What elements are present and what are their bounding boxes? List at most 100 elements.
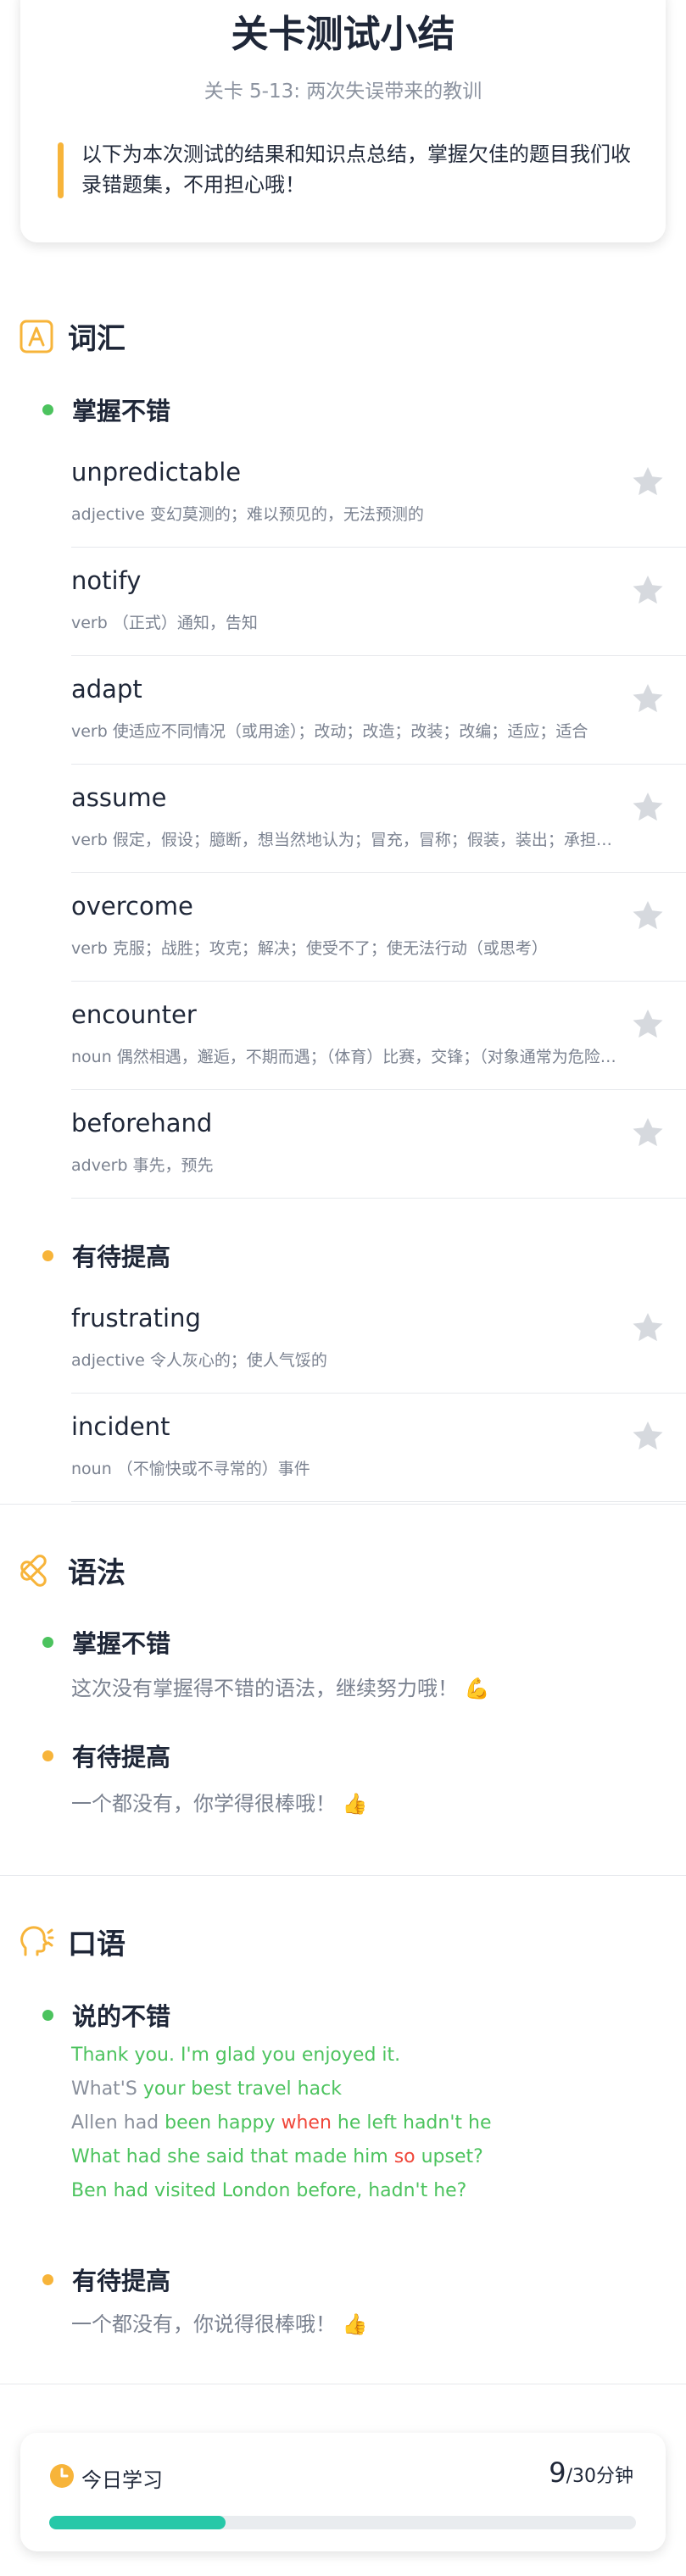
- vocab-word: notify: [71, 566, 142, 595]
- speaking-sentence[interactable]: What'S your best travel hack: [71, 2078, 342, 2100]
- green-dot: [42, 2009, 53, 2021]
- star-icon[interactable]: [631, 899, 665, 932]
- star-icon[interactable]: [631, 465, 665, 498]
- speaking-improve-label: 有待提高: [72, 2267, 171, 2295]
- speaking-sentence[interactable]: Thank you. I'm glad you enjoyed it.: [71, 2045, 400, 2066]
- speaking-section-header: 口语: [19, 1921, 125, 1962]
- section-divider: [0, 1504, 686, 1505]
- thumbs-up-icon: 👍: [342, 1792, 368, 1816]
- vocab-word-row[interactable]: notify verb （正式）通知，告知: [71, 548, 686, 656]
- speaking-improve-header: 有待提高: [42, 2262, 170, 2297]
- speaking-improve-text: 一个都没有，你说得很棒哦！ 👍: [71, 2307, 368, 2337]
- row-divider: [71, 1198, 686, 1199]
- vocab-improve-label: 有待提高: [72, 1243, 171, 1271]
- sentence-segment: so: [393, 2146, 416, 2167]
- vocab-word: encounter: [71, 1000, 197, 1029]
- page-title: 关卡测试小结: [231, 13, 455, 56]
- sentence-segment: your best travel hack: [142, 2078, 342, 2100]
- clock-icon: [50, 2464, 74, 2488]
- orange-dot: [42, 2273, 53, 2285]
- vocab-word-row[interactable]: assume verb 假定，假设；臆断，想当然地认为；冒充，冒称；假装，装出；承…: [71, 765, 686, 873]
- green-dot: [42, 403, 53, 415]
- vocab-definition: verb 克服；战胜；攻克；解决；使受不了；使无法行动（或思考）: [71, 939, 548, 958]
- study-progress-fill: [49, 2516, 226, 2529]
- vocab-word-row[interactable]: incident noun （不愉快或不寻常的）事件: [71, 1394, 686, 1502]
- grammar-mastered-label: 掌握不错: [72, 1629, 171, 1658]
- study-minutes-current: 9: [549, 2456, 566, 2489]
- star-icon[interactable]: [631, 1007, 665, 1041]
- vocabulary-a-icon: [20, 320, 53, 353]
- speaking-improve-message: 一个都没有，你说得很棒哦！: [71, 2312, 336, 2336]
- grammar-mastered-header: 掌握不错: [42, 1624, 170, 1660]
- level-subtitle: 关卡 5-13: 两次失误带来的教训: [204, 81, 482, 103]
- grammar-improve-message: 一个都没有，你学得很棒哦！: [71, 1792, 336, 1816]
- grammar-section-header: 语法: [19, 1549, 125, 1591]
- grammar-title: 语法: [68, 1556, 125, 1590]
- speaking-sentence[interactable]: Allen had been happy when he left hadn't…: [71, 2112, 491, 2134]
- vocab-definition: verb 使适应不同情况（或用途）；改动；改造；改装；改编；适应；适合: [71, 722, 588, 741]
- summary-note: 以下为本次测试的结果和知识点总结，掌握欠佳的题目我们收录错题集，不用担心哦！: [81, 142, 631, 197]
- speaking-sentence[interactable]: What had she said that made him so upset…: [71, 2146, 483, 2167]
- star-icon[interactable]: [631, 1419, 665, 1453]
- vocab-word-row[interactable]: encounter noun 偶然相遇，邂逅，不期而遇；（体育）比赛，交锋；（对象…: [71, 982, 686, 1090]
- vocab-definition: verb 假定，假设；臆断，想当然地认为；冒充，冒称；假装，装出；承担，担任: [71, 831, 622, 849]
- study-progress-bar: [49, 2516, 636, 2529]
- star-icon[interactable]: [631, 790, 665, 824]
- vocab-definition: noun 偶然相遇，邂逅，不期而遇；（体育）比赛，交锋；（对象通常为危险或困难）…: [71, 1048, 622, 1066]
- vocab-word-row[interactable]: adapt verb 使适应不同情况（或用途）；改动；改造；改装；改编；适应；适合: [71, 656, 686, 765]
- vocab-definition: verb （正式）通知，告知: [71, 614, 258, 632]
- vocab-definition: noun （不愉快或不寻常的）事件: [71, 1460, 310, 1478]
- vocab-improve-header: 有待提高: [42, 1238, 170, 1273]
- summary-card: 关卡测试小结 关卡 5-13: 两次失误带来的教训 以下为本次测试的结果和知识点…: [20, 0, 666, 242]
- sentence-segment: Allen had: [71, 2112, 165, 2134]
- sentence-segment: he left hadn't he: [331, 2112, 492, 2134]
- section-divider: [0, 1875, 686, 1876]
- sentence-segment: What had she said that made him: [71, 2146, 394, 2167]
- row-divider: [71, 1501, 686, 1502]
- sentence-segment: upset?: [415, 2146, 483, 2167]
- star-icon[interactable]: [631, 1310, 665, 1344]
- study-minutes: 9/30分钟: [549, 2456, 633, 2489]
- today-study-card[interactable]: 今日学习 9/30分钟: [20, 2433, 666, 2551]
- speaking-good-label: 说的不错: [72, 2002, 171, 2031]
- vocab-word-row[interactable]: unpredictable adjective 变幻莫测的；难以预见的，无法预测的: [71, 439, 686, 548]
- vocab-word: frustrating: [71, 1304, 201, 1333]
- sentence-segment: Ben had visited London before, hadn't he…: [71, 2180, 467, 2201]
- speaking-head-icon: [20, 1925, 54, 1956]
- vocab-definition: adjective 令人灰心的；使人气馁的: [71, 1351, 327, 1370]
- grammar-improve-header: 有待提高: [42, 1738, 170, 1773]
- grammar-improve-label: 有待提高: [72, 1743, 171, 1772]
- vocabulary-title: 词汇: [68, 322, 125, 356]
- grammar-improve-text: 一个都没有，你学得很棒哦！ 👍: [71, 1787, 368, 1817]
- vocab-word-row[interactable]: frustrating adjective 令人灰心的；使人气馁的: [71, 1285, 686, 1394]
- vocab-word-row[interactable]: overcome verb 克服；战胜；攻克；解决；使受不了；使无法行动（或思考）: [71, 873, 686, 982]
- vocab-mastered-label: 掌握不错: [72, 397, 171, 426]
- vocab-word: incident: [71, 1412, 170, 1441]
- vocab-word: unpredictable: [71, 458, 242, 487]
- star-icon[interactable]: [631, 682, 665, 715]
- vocab-definition: adjective 变幻莫测的；难以预见的，无法预测的: [71, 505, 424, 524]
- sentence-segment: when: [281, 2112, 332, 2134]
- sentence-segment: been happy: [165, 2112, 282, 2134]
- vocab-word: assume: [71, 783, 167, 812]
- vocab-mastered-header: 掌握不错: [42, 392, 170, 427]
- today-study-label: 今日学习: [81, 2468, 163, 2492]
- star-icon[interactable]: [631, 1116, 665, 1149]
- green-dot: [42, 1636, 53, 1648]
- speaking-title: 口语: [68, 1928, 125, 1961]
- vocab-word: overcome: [71, 892, 193, 921]
- vocab-word-row[interactable]: beforehand adverb 事先，预先: [71, 1090, 686, 1199]
- sentence-segment: Thank you. I'm glad you enjoyed it.: [71, 2045, 401, 2066]
- vocab-word: beforehand: [71, 1109, 213, 1138]
- vocab-word: adapt: [71, 675, 142, 704]
- speaking-sentence[interactable]: Ben had visited London before, hadn't he…: [71, 2180, 466, 2201]
- star-icon[interactable]: [631, 573, 665, 607]
- muscle-icon: 💪: [464, 1677, 490, 1700]
- grammar-knot-icon: [20, 1554, 47, 1587]
- note-accent-bar: [58, 142, 64, 198]
- vocabulary-section-header: 词汇: [19, 315, 125, 357]
- study-minutes-total: /30分钟: [566, 2466, 633, 2487]
- speaking-good-header: 说的不错: [42, 1997, 170, 2033]
- sentence-segment: What'S: [71, 2078, 143, 2100]
- orange-dot: [42, 1249, 53, 1261]
